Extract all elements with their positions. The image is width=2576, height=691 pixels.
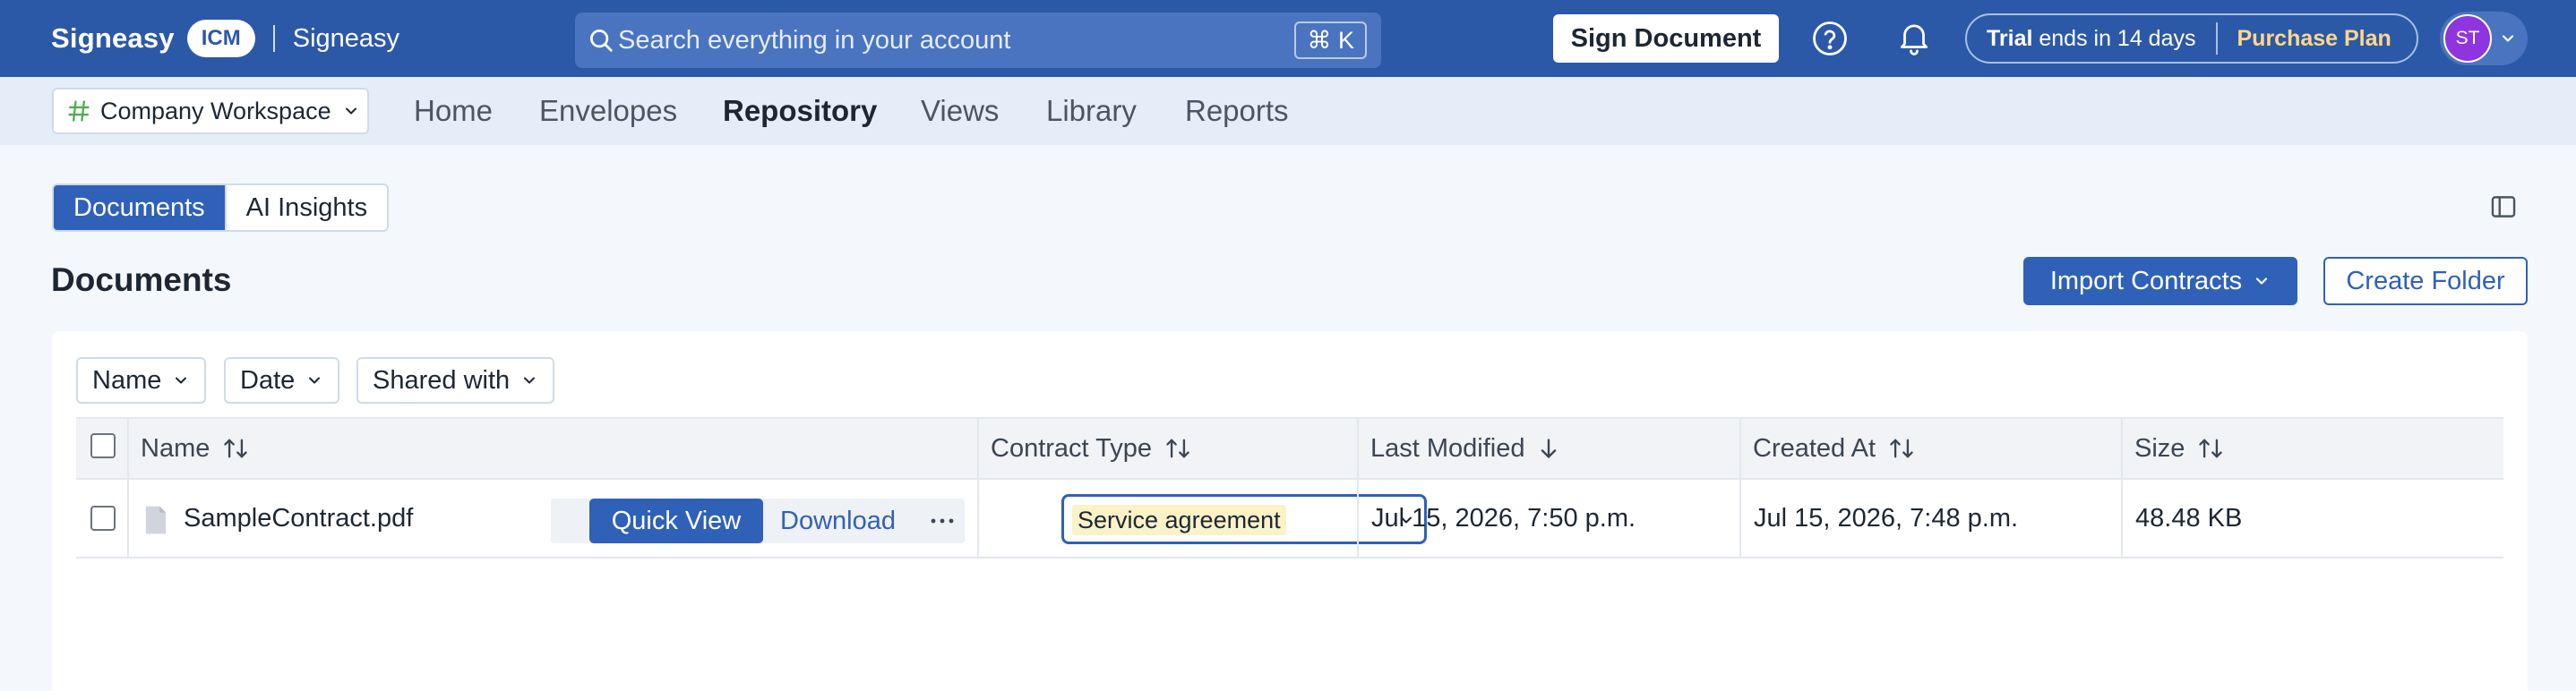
size-cell: 48.48 KB	[2135, 503, 2243, 533]
sort-icon	[1164, 437, 1191, 460]
trial-remaining: ends in 14 days	[2032, 25, 2196, 51]
import-contracts-label: Import Contracts	[2049, 266, 2243, 295]
search-icon	[588, 27, 614, 54]
column-header-size[interactable]: Size	[2121, 419, 2224, 478]
chevron-down-icon	[342, 102, 360, 120]
create-folder-button[interactable]: Create Folder	[2323, 257, 2528, 305]
sort-icon	[2197, 437, 2224, 460]
global-search[interactable]: ⌘ K	[575, 13, 1381, 68]
chevron-down-icon	[2253, 272, 2271, 290]
filter-name[interactable]: Name	[76, 357, 207, 404]
more-options-icon[interactable]	[929, 509, 956, 533]
column-label: Name	[141, 433, 210, 463]
filter-label: Shared with	[373, 365, 511, 395]
nav-library[interactable]: Library	[1046, 93, 1137, 129]
nav-envelopes[interactable]: Envelopes	[539, 93, 677, 129]
table-header: Name Contract Type Last Modified Created…	[76, 417, 2503, 480]
column-divider	[1739, 480, 1741, 557]
chevron-down-icon	[2499, 30, 2517, 47]
file-name[interactable]: SampleContract.pdf	[184, 480, 413, 557]
repository-tabs: Documents AI Insights	[52, 183, 390, 232]
column-divider	[1357, 480, 1359, 557]
column-header-created-at[interactable]: Created At	[1739, 419, 1915, 478]
sign-document-button[interactable]: Sign Document	[1553, 14, 1779, 63]
table-row[interactable]: SampleContract.pdf Quick View Download S…	[76, 480, 2503, 559]
trial-banner: Trial ends in 14 days Purchase Plan	[1965, 13, 2418, 64]
filter-date[interactable]: Date	[224, 357, 340, 404]
side-panel-toggle-icon[interactable]	[2488, 192, 2519, 222]
avatar: ST	[2443, 14, 2492, 63]
quick-view-button[interactable]: Quick View	[589, 499, 763, 543]
sort-icon	[222, 437, 249, 460]
download-link[interactable]: Download	[780, 499, 896, 543]
column-label: Size	[2134, 433, 2185, 463]
file-icon	[143, 505, 168, 535]
nav-repository[interactable]: Repository	[723, 93, 877, 129]
row-actions: Quick View Download	[551, 499, 965, 543]
sort-icon	[1888, 437, 1915, 460]
workspace-selector[interactable]: Company Workspace	[52, 88, 369, 134]
column-divider	[127, 480, 129, 557]
nav-views[interactable]: Views	[921, 93, 999, 129]
notifications-bell-icon[interactable]	[1895, 18, 1933, 57]
chevron-down-icon	[305, 371, 323, 389]
filter-label: Name	[92, 365, 162, 395]
brand[interactable]: Signeasy ICM Signeasy	[51, 20, 399, 57]
column-header-last-modified[interactable]: Last Modified	[1357, 419, 1559, 478]
column-divider	[2121, 480, 2123, 557]
import-contracts-button[interactable]: Import Contracts	[2023, 257, 2297, 305]
column-label: Last Modified	[1370, 433, 1525, 463]
account-menu[interactable]: ST	[2440, 12, 2528, 65]
top-bar: Signeasy ICM Signeasy ⌘ K Sign Document …	[0, 0, 2576, 77]
workspace-label: Company Workspace	[100, 97, 331, 124]
column-header-name[interactable]: Name	[127, 419, 249, 478]
contract-type-chip: Service agreement	[1072, 505, 1286, 535]
column-label: Contract Type	[991, 433, 1153, 463]
brand-badge: ICM	[186, 20, 255, 57]
filter-shared-with[interactable]: Shared with	[356, 357, 555, 404]
search-input[interactable]	[618, 20, 1245, 61]
chevron-down-icon	[172, 371, 190, 389]
brand-divider	[272, 25, 275, 52]
column-divider	[977, 480, 979, 557]
secondary-nav: Company Workspace Home Envelopes Reposit…	[0, 77, 2576, 145]
purchase-plan-link[interactable]: Purchase Plan	[2237, 26, 2391, 52]
column-label: Created At	[1753, 433, 1876, 463]
filter-label: Date	[240, 365, 296, 395]
documents-table: Name Contract Type Last Modified Created…	[76, 417, 2503, 559]
arrow-down-icon	[1538, 437, 1559, 460]
select-all-checkbox[interactable]	[90, 433, 116, 458]
last-modified-cell: Jul 15, 2026, 7:50 p.m.	[1371, 503, 1636, 533]
search-shortcut: ⌘ K	[1294, 21, 1367, 59]
tab-ai-insights[interactable]: AI Insights	[224, 185, 387, 230]
created-at-cell: Jul 15, 2026, 7:48 p.m.	[1754, 503, 2019, 533]
hash-icon	[66, 98, 91, 124]
trial-label: Trial	[1987, 25, 2033, 51]
page-title: Documents	[51, 261, 232, 298]
documents-card: Name Date Shared with Name Contract Type…	[52, 331, 2528, 691]
tab-documents[interactable]: Documents	[54, 185, 225, 230]
brand-name: Signeasy	[51, 22, 175, 54]
trial-divider	[2215, 22, 2218, 55]
column-header-contract-type[interactable]: Contract Type	[977, 419, 1191, 478]
row-checkbox[interactable]	[90, 506, 116, 531]
nav-home[interactable]: Home	[414, 93, 493, 129]
trial-status: Trial ends in 14 days	[1987, 26, 2196, 52]
nav-reports[interactable]: Reports	[1185, 93, 1289, 129]
brand-product: Signeasy	[292, 23, 400, 53]
help-icon[interactable]	[1811, 20, 1849, 57]
chevron-down-icon	[520, 371, 538, 389]
